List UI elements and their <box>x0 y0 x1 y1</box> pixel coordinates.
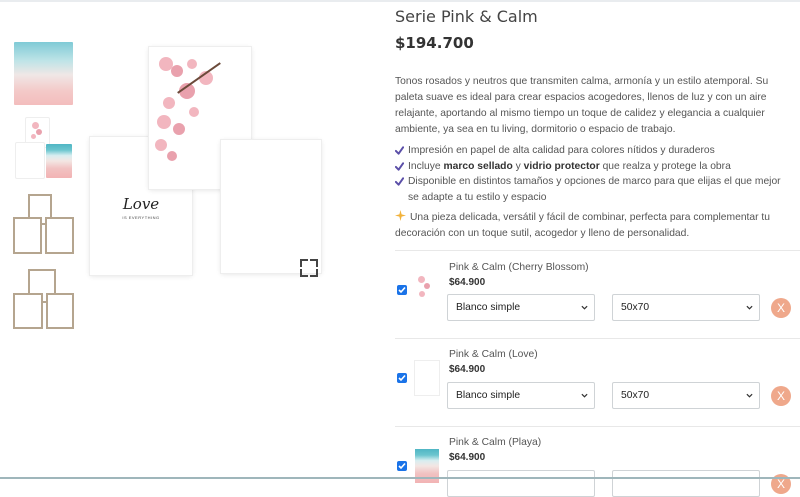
love-script-text: Love <box>122 195 160 213</box>
main-product-image[interactable]: Love IS EVERYTHING <box>88 45 328 280</box>
product-description: Tonos rosados y neutros que transmiten c… <box>395 76 769 135</box>
item-checkbox[interactable] <box>397 373 407 383</box>
beach-image <box>46 144 72 178</box>
remove-item-button[interactable]: X <box>771 298 791 318</box>
chevron-down-icon <box>746 393 753 398</box>
beach-print <box>221 140 321 273</box>
thumbnail-beach[interactable] <box>13 41 75 105</box>
framed-love <box>13 293 43 329</box>
sparkle-icon <box>395 210 406 221</box>
expand-icon[interactable] <box>300 259 318 277</box>
list-item: Pink & Calm (Cherry Blossom) $64.900 Bla… <box>395 250 800 339</box>
framed-love <box>13 217 42 254</box>
remove-item-button[interactable]: X <box>771 386 791 406</box>
framed-beach <box>46 293 74 329</box>
feature-item: Incluye marco sellado y vidrio protector… <box>395 159 785 175</box>
frame-select[interactable]: Blanco simple <box>447 382 595 409</box>
item-thumbnail <box>415 273 439 307</box>
item-checkbox[interactable] <box>397 461 407 471</box>
item-name: Pink & Calm (Cherry Blossom) <box>449 262 589 273</box>
frame-select[interactable]: Blanco simple <box>447 294 595 321</box>
chevron-down-icon <box>746 305 753 310</box>
product-note: Una pieza delicada, versátil y fácil de … <box>395 210 771 239</box>
thumbnail-framed-alt[interactable] <box>13 268 75 332</box>
love-sub-text: IS EVERYTHING <box>122 215 160 220</box>
item-name: Pink & Calm (Playa) <box>449 437 542 448</box>
feature-item: Disponible en distintos tamaños y opcion… <box>395 174 785 205</box>
frame-select[interactable] <box>447 470 595 497</box>
check-icon <box>395 146 404 155</box>
item-price: $64.900 <box>449 277 486 288</box>
item-name: Pink & Calm (Love) <box>449 349 538 360</box>
love-image <box>16 143 44 178</box>
chevron-down-icon <box>581 393 588 398</box>
item-price: $64.900 <box>449 364 486 375</box>
product-title: Serie Pink & Calm <box>395 7 538 26</box>
size-select[interactable]: 50x70 <box>612 294 760 321</box>
beach-image <box>14 42 73 105</box>
chevron-down-icon <box>581 305 588 310</box>
product-price: $194.700 <box>395 34 474 52</box>
check-icon <box>395 161 404 171</box>
item-checkbox[interactable] <box>397 285 407 295</box>
size-select[interactable]: 50x70 <box>612 382 760 409</box>
top-border <box>0 0 800 2</box>
check-icon <box>395 177 404 186</box>
item-thumbnail <box>415 361 439 395</box>
feature-list: Impresión en papel de alta calidad para … <box>395 143 785 205</box>
list-item: Pink & Calm (Playa) $64.900 X <box>395 426 800 497</box>
thumbnail-set[interactable] <box>13 117 75 181</box>
framed-beach <box>45 217 74 254</box>
item-price: $64.900 <box>449 452 486 463</box>
thumbnail-framed[interactable] <box>13 193 75 257</box>
list-item: Pink & Calm (Love) $64.900 Blanco simple… <box>395 338 800 427</box>
size-select[interactable] <box>612 470 760 497</box>
feature-item: Impresión en papel de alta calidad para … <box>395 143 785 159</box>
